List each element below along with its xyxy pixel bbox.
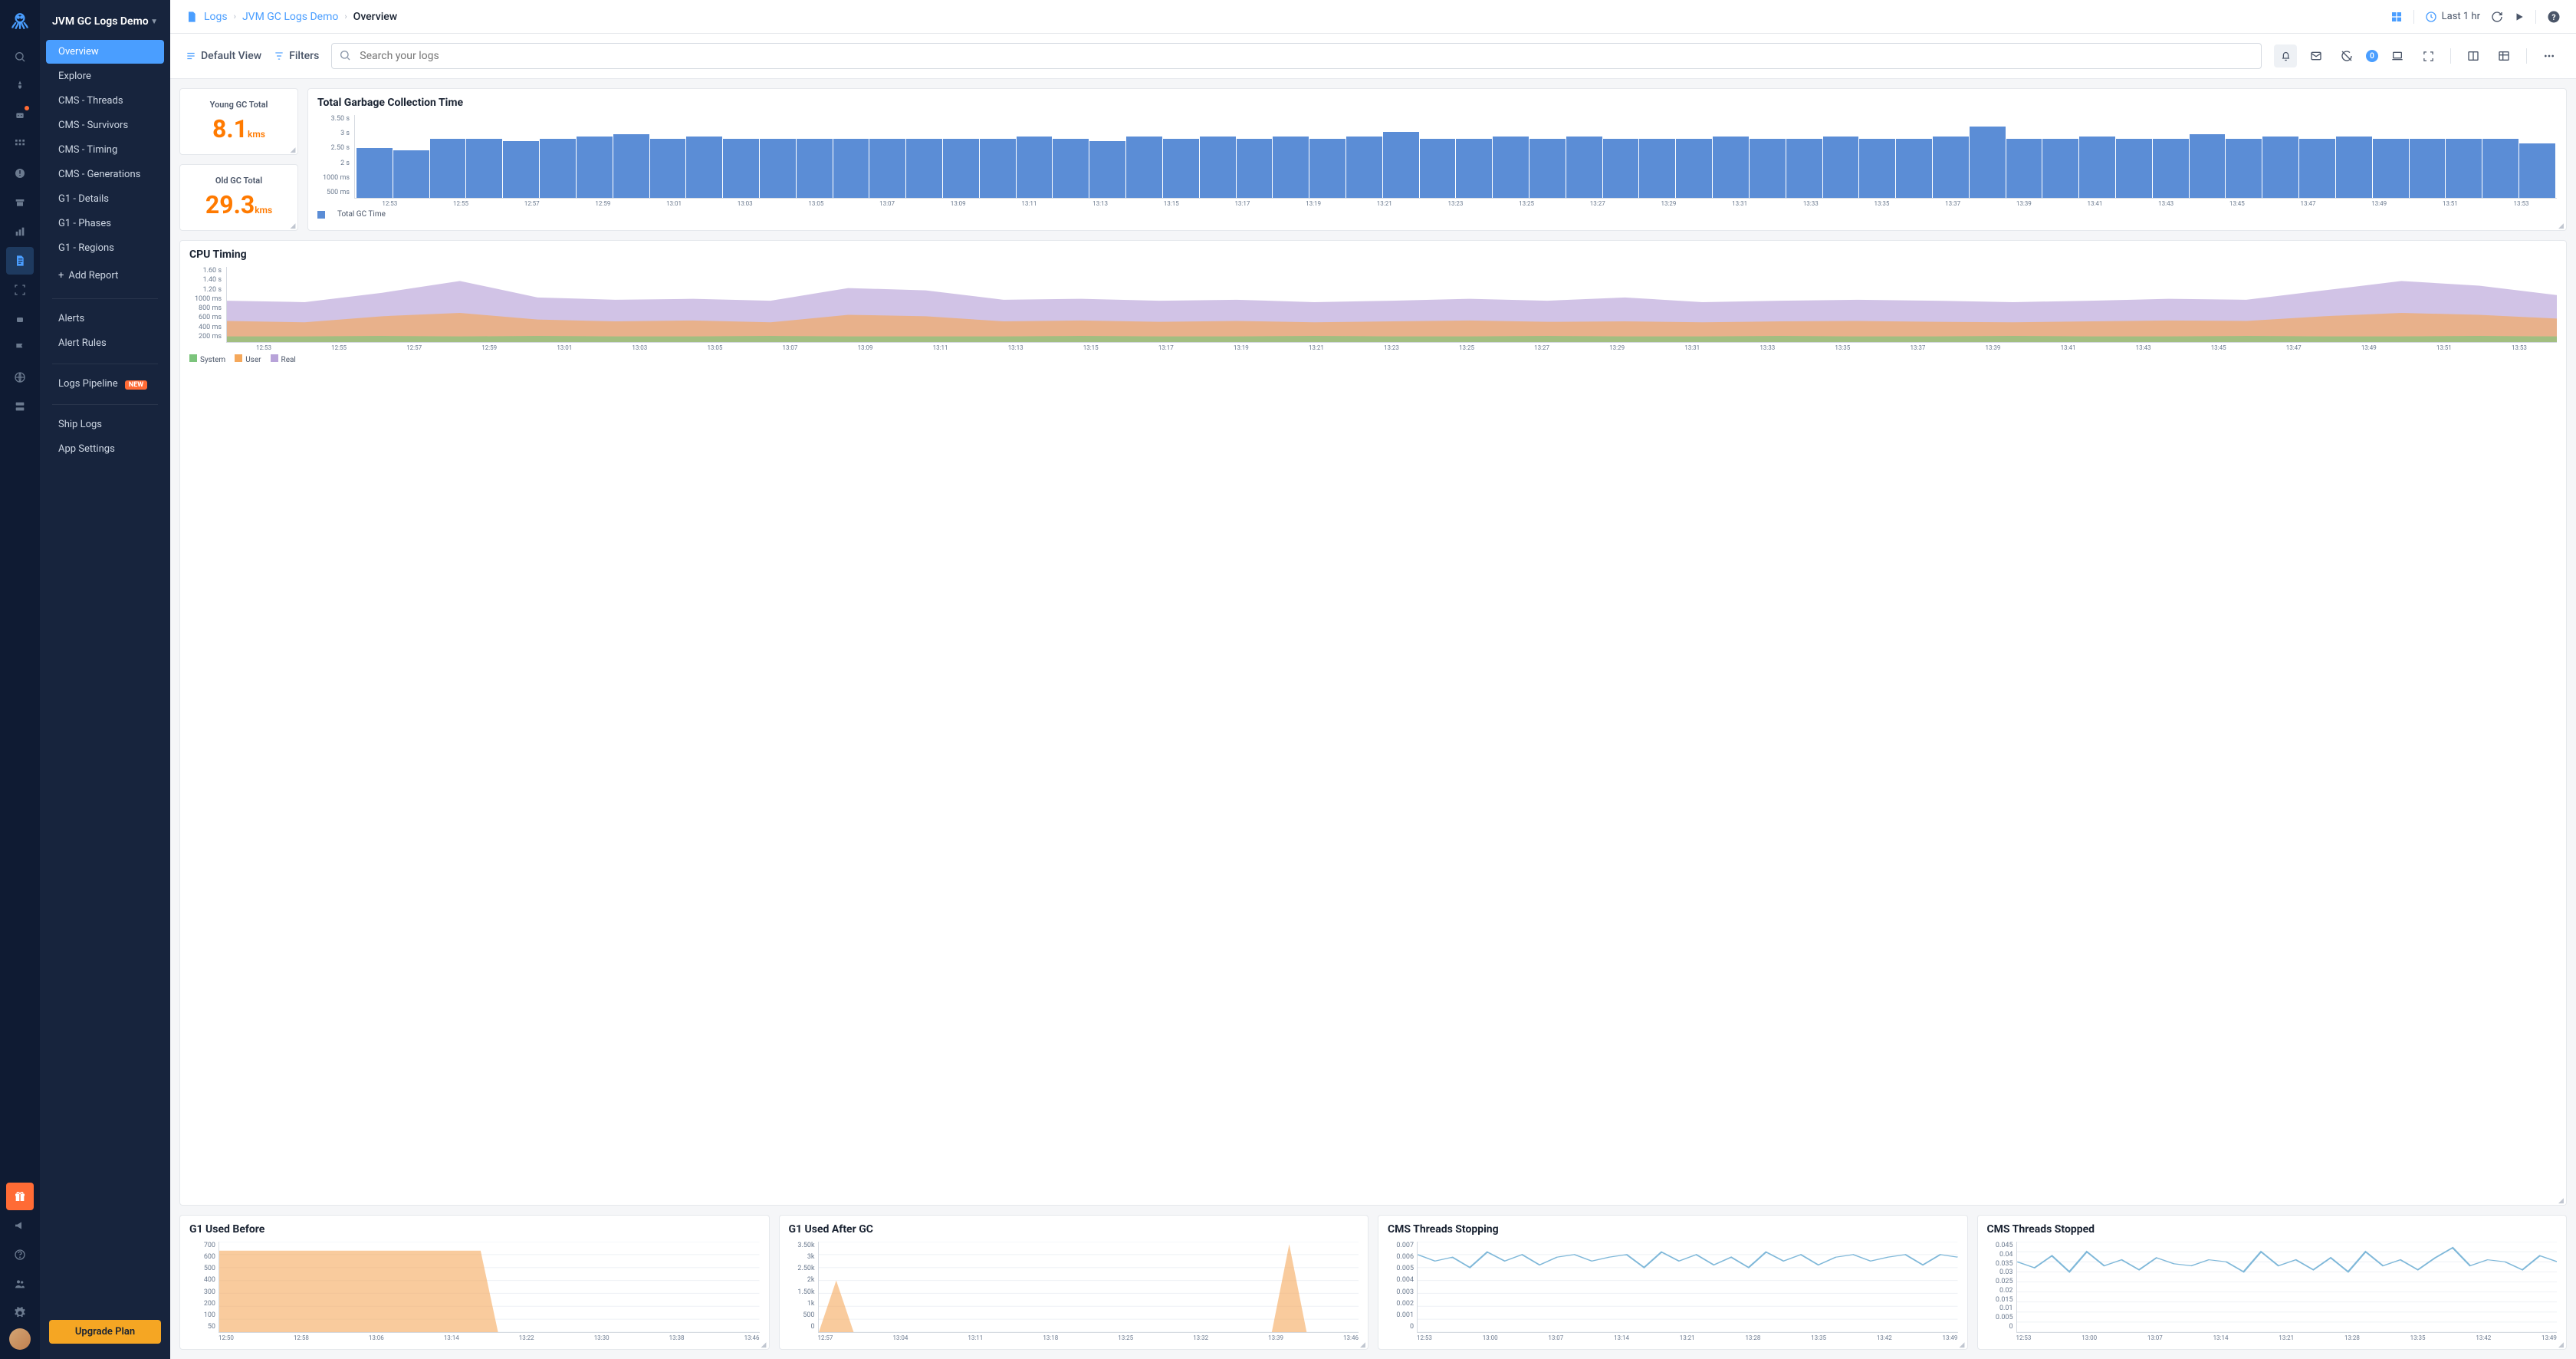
upgrade-button[interactable]: Upgrade Plan (49, 1320, 161, 1344)
sidebar-app-settings[interactable]: App Settings (46, 437, 164, 461)
chart-gc-time[interactable]: Total Garbage Collection Time 3.50 s3 s2… (307, 88, 2567, 231)
split-view-icon[interactable] (2390, 11, 2403, 23)
resize-handle-icon[interactable]: ◢ (2558, 1197, 2564, 1203)
notif-badge: 0 (2366, 50, 2378, 62)
help-icon[interactable] (6, 1241, 34, 1269)
server-icon[interactable] (6, 393, 34, 420)
new-badge: NEW (125, 380, 147, 390)
megaphone-icon[interactable] (6, 1212, 34, 1239)
exclude-icon[interactable] (2335, 44, 2358, 67)
robot-icon[interactable] (6, 305, 34, 333)
plus-icon: + (58, 270, 64, 281)
sidebar-item[interactable]: Overview (46, 40, 164, 64)
toolbar: Default View Filters 0 (170, 34, 2576, 79)
metric-old-gc[interactable]: Old GC Total 29.3kms ◢ (179, 164, 298, 231)
alert-icon[interactable] (6, 160, 34, 187)
help-icon[interactable]: ? (2547, 10, 2561, 24)
logs-icon[interactable] (6, 247, 34, 275)
filters-button[interactable]: Filters (274, 50, 319, 62)
bot-icon[interactable] (6, 101, 34, 129)
svg-text:?: ? (2551, 12, 2555, 21)
chart-cms_stopping[interactable]: CMS Threads Stopping 0.0070.0060.0050.00… (1378, 1215, 1968, 1350)
nav-rail (0, 0, 40, 1359)
rocket-icon[interactable] (6, 72, 34, 100)
metric-young-gc[interactable]: Young GC Total 8.1kms ◢ (179, 88, 298, 155)
add-report-button[interactable]: + Add Report (46, 264, 164, 288)
resize-handle-icon[interactable]: ◢ (2558, 222, 2564, 229)
team-icon[interactable] (6, 1270, 34, 1298)
logo-icon[interactable] (8, 9, 32, 34)
list-icon (186, 51, 196, 61)
table-icon[interactable] (2492, 44, 2515, 67)
globe-icon[interactable] (6, 364, 34, 391)
flag-icon[interactable] (6, 334, 34, 362)
sidebar: JVM GC Logs Demo ▼ OverviewExploreCMS - … (40, 0, 170, 1359)
search-icon[interactable] (6, 43, 34, 71)
timerange-selector[interactable]: Last 1 hr (2425, 11, 2480, 23)
sidebar-item[interactable]: CMS - Survivors (46, 114, 164, 137)
app-title: JVM GC Logs Demo (52, 15, 149, 28)
filter-icon (274, 51, 284, 61)
refresh-icon[interactable] (2491, 11, 2503, 23)
more-icon[interactable] (2538, 44, 2561, 67)
resize-handle-icon[interactable]: ◢ (1360, 1341, 1366, 1347)
resize-handle-icon[interactable]: ◢ (761, 1341, 767, 1347)
sidebar-item[interactable]: Explore (46, 64, 164, 88)
chevron-down-icon: ▼ (150, 18, 158, 26)
breadcrumb-mid[interactable]: JVM GC Logs Demo (242, 11, 338, 23)
topbar: Logs › JVM GC Logs Demo › Overview Last … (170, 0, 2576, 34)
panel-left-icon[interactable] (2462, 44, 2485, 67)
sidebar-item[interactable]: G1 - Details (46, 187, 164, 211)
resize-handle-icon[interactable]: ◢ (2558, 1341, 2564, 1347)
laptop-icon[interactable] (2386, 44, 2409, 67)
app-selector[interactable]: JVM GC Logs Demo ▼ (40, 9, 170, 40)
bell-icon[interactable] (2274, 44, 2297, 67)
breadcrumb: Logs › JVM GC Logs Demo › Overview (186, 11, 397, 23)
breadcrumb-root[interactable]: Logs (204, 11, 228, 23)
resize-handle-icon[interactable]: ◢ (290, 146, 296, 153)
default-view-button[interactable]: Default View (186, 50, 261, 62)
play-icon[interactable] (2514, 12, 2525, 22)
archive-icon[interactable] (6, 189, 34, 216)
sidebar-alerts[interactable]: Alerts (46, 307, 164, 331)
doc-icon (186, 11, 198, 23)
clock-icon (2425, 11, 2437, 23)
avatar[interactable] (9, 1328, 31, 1350)
search-input[interactable] (331, 43, 2262, 69)
chart-cms_stopped[interactable]: CMS Threads Stopped 0.0450.040.0350.030.… (1977, 1215, 2568, 1350)
sidebar-item[interactable]: CMS - Threads (46, 89, 164, 113)
breadcrumb-current: Overview (353, 11, 397, 23)
chart-g1_before[interactable]: G1 Used Before 70060050040030020010050 1… (179, 1215, 770, 1350)
resize-handle-icon[interactable]: ◢ (1960, 1341, 1966, 1347)
chart-g1_after[interactable]: G1 Used After GC 3.50k3k2.50k2k1.50k1k50… (779, 1215, 1369, 1350)
gift-icon[interactable] (6, 1183, 34, 1210)
sidebar-pipelines[interactable]: Logs Pipeline NEW (46, 372, 164, 396)
chart-icon[interactable] (6, 218, 34, 245)
sidebar-alert-rules[interactable]: Alert Rules (46, 331, 164, 355)
scan-icon[interactable] (6, 276, 34, 304)
mail-icon[interactable] (2305, 44, 2328, 67)
chart-cpu-timing[interactable]: CPU Timing 1.60 s1.40 s1.20 s1000 ms800 … (179, 240, 2567, 1206)
search-icon (339, 49, 351, 61)
resize-handle-icon[interactable]: ◢ (290, 222, 296, 229)
sidebar-ship-logs[interactable]: Ship Logs (46, 413, 164, 436)
fullscreen-icon[interactable] (2417, 44, 2440, 67)
gear-icon[interactable] (6, 1299, 34, 1327)
grid-icon[interactable] (6, 130, 34, 158)
sidebar-item[interactable]: CMS - Generations (46, 163, 164, 186)
sidebar-item[interactable]: G1 - Phases (46, 212, 164, 235)
sidebar-item[interactable]: CMS - Timing (46, 138, 164, 162)
content: Young GC Total 8.1kms ◢ Old GC Total 29.… (170, 79, 2576, 1359)
sidebar-item[interactable]: G1 - Regions (46, 236, 164, 260)
